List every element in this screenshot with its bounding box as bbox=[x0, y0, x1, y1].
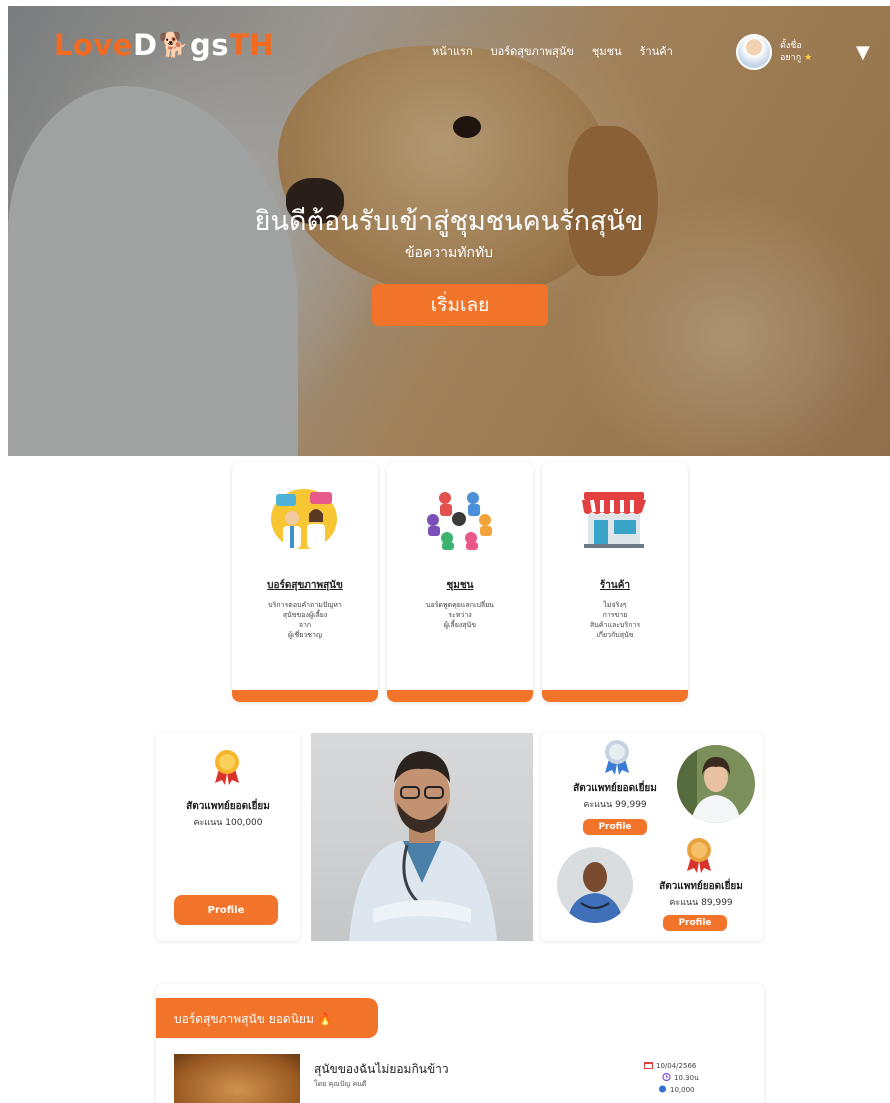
card-desc-line: ผู้เลี้ยงสุนัข bbox=[443, 621, 477, 629]
post-meta: 10/04/2566 10.30น 10,000 bbox=[644, 1060, 699, 1096]
card-desc-line: ผู้เชี่ยวชาญ bbox=[288, 631, 322, 639]
fire-icon: 🔥 bbox=[317, 1012, 333, 1026]
profile-button[interactable]: Profile bbox=[174, 895, 278, 925]
nav-shop[interactable]: ร้านค้า bbox=[640, 42, 673, 60]
popular-board-tab[interactable]: บอร์ดสุขภาพสุนัข ยอดนิยม 🔥 bbox=[156, 998, 378, 1038]
user-name-line1: ตั้งชื่อ bbox=[780, 41, 802, 51]
card-title: บอร์ดสุขภาพสุนัข bbox=[267, 580, 343, 591]
hero-person-sweater bbox=[8, 86, 298, 456]
clock-icon bbox=[662, 1073, 671, 1081]
service-card-health-board[interactable]: บอร์ดสุขภาพสุนัข บริการตอบคำถามปัญหา สุน… bbox=[232, 462, 378, 702]
card-desc-line: ไม่จริงๆ bbox=[603, 601, 627, 609]
top-vet-others: สัตวแพทย์ยอดเยี่ยม คะแนน 99,999 Profile … bbox=[541, 733, 763, 941]
shop-icon bbox=[582, 492, 646, 548]
bronze-medal-icon bbox=[687, 838, 711, 873]
vet-title: สัตวแพทย์ยอดเยี่ยม bbox=[186, 801, 270, 812]
calendar-icon bbox=[644, 1062, 653, 1069]
logo-th: TH bbox=[228, 28, 275, 62]
chevron-down-icon[interactable]: ▼ bbox=[856, 42, 870, 63]
card-desc-line: เกี่ยวกับสุนัข bbox=[596, 631, 634, 639]
card-description: บริการตอบคำถามปัญหา สุนัขของผู้เลี้ยง จา… bbox=[246, 600, 364, 640]
post-thumbnail[interactable] bbox=[174, 1054, 300, 1103]
popular-board: บอร์ดสุขภาพสุนัข ยอดนิยม 🔥 สุนัขของฉันไม… bbox=[156, 984, 764, 1103]
hero-subtitle: ข้อความทักทับ bbox=[404, 245, 494, 261]
vet-score: คะแนน 99,999 bbox=[583, 800, 647, 810]
card-title: ชุมชน bbox=[446, 580, 474, 591]
vet-avatar-male bbox=[557, 847, 633, 923]
logo-d: D bbox=[132, 28, 158, 62]
service-card-community[interactable]: ชุมชน บอร์ดพูดคุยแลกเปลี่ยน ระหว่าง ผู้เ… bbox=[387, 462, 533, 702]
views-icon bbox=[659, 1085, 666, 1093]
nav-home[interactable]: หน้าแรก bbox=[432, 42, 473, 60]
card-desc-line: ระหว่าง bbox=[448, 611, 472, 619]
card-desc-line: บริการตอบคำถามปัญหา bbox=[268, 601, 342, 609]
card-desc-line: สุนัขของผู้เลี้ยง bbox=[282, 611, 328, 619]
top-nav: หน้าแรก บอร์ดสุขภาพสุนัข ชุมชน ร้านค้า bbox=[432, 42, 673, 60]
card-desc-line: บอร์ดพูดคุยแลกเปลี่ยน bbox=[426, 601, 494, 609]
post-time: 10.30น bbox=[674, 1074, 699, 1082]
doctors-icon bbox=[271, 489, 337, 549]
community-icon bbox=[427, 492, 492, 550]
vet-portrait-image bbox=[349, 751, 497, 941]
nav-community[interactable]: ชุมชน bbox=[592, 42, 622, 60]
card-title: ร้านค้า bbox=[599, 580, 631, 591]
post-date: 10/04/2566 bbox=[656, 1062, 697, 1070]
card-description: บอร์ดพูดคุยแลกเปลี่ยน ระหว่าง ผู้เลี้ยงส… bbox=[401, 600, 519, 630]
vet-score: คะแนน 89,999 bbox=[669, 898, 733, 908]
user-name: ตั้งชื่อ อยากู ★ bbox=[780, 40, 828, 64]
avatar[interactable] bbox=[736, 34, 772, 70]
hero-dog-eye bbox=[453, 116, 481, 138]
vet-avatar-female bbox=[677, 745, 755, 823]
user-menu[interactable]: ตั้งชื่อ อยากู ★ bbox=[736, 34, 828, 70]
profile-button[interactable]: Profile bbox=[663, 915, 727, 931]
top-vet-photo bbox=[311, 733, 533, 941]
logo-love: Love bbox=[54, 28, 133, 62]
post-views: 10,000 bbox=[670, 1086, 695, 1094]
service-card-shop[interactable]: ร้านค้า ไม่จริงๆ การขาย สินค้าและบริการ … bbox=[542, 462, 688, 702]
vet-title: สัตวแพทย์ยอดเยี่ยม bbox=[573, 783, 657, 794]
star-icon: ★ bbox=[804, 53, 813, 63]
brand-logo[interactable]: Love D 🐕 gs TH bbox=[54, 28, 274, 62]
card-description: ไม่จริงๆ การขาย สินค้าและบริการ เกี่ยวกั… bbox=[556, 600, 674, 640]
start-button[interactable]: เริ่มเลย bbox=[372, 284, 548, 326]
vet-score: คะแนน 100,000 bbox=[193, 818, 263, 828]
profile-button[interactable]: Profile bbox=[583, 819, 647, 835]
post-title[interactable]: สุนัขของฉันไม่ยอมกินข้าว bbox=[314, 1060, 449, 1079]
user-name-line2: อยากู bbox=[780, 53, 802, 63]
dog-icon: 🐕 bbox=[158, 31, 189, 59]
card-desc-line: จาก bbox=[298, 621, 312, 629]
top-vet-first: สัตวแพทย์ยอดเยี่ยม คะแนน 100,000 Profile bbox=[156, 733, 300, 941]
nav-health-board[interactable]: บอร์ดสุขภาพสุนัข bbox=[491, 42, 574, 60]
card-desc-line: สินค้าและบริการ bbox=[589, 621, 641, 629]
vet-title: สัตวแพทย์ยอดเยี่ยม bbox=[659, 881, 743, 892]
board-tab-label: บอร์ดสุขภาพสุนัข ยอดนิยม bbox=[174, 1012, 314, 1026]
hero-banner: Love D 🐕 gs TH หน้าแรก บอร์ดสุขภาพสุนัข … bbox=[8, 6, 890, 456]
hero-title: ยินดีต้อนรับเข้าสู่ชุมชนคนรักสุนัข bbox=[254, 206, 644, 237]
silver-medal-icon bbox=[605, 740, 629, 775]
logo-gs: gs bbox=[189, 28, 229, 62]
post-author: โดย คุณปัญ คนดี bbox=[314, 1080, 367, 1088]
gold-medal-icon bbox=[215, 750, 239, 785]
card-desc-line: การขาย bbox=[602, 611, 628, 619]
